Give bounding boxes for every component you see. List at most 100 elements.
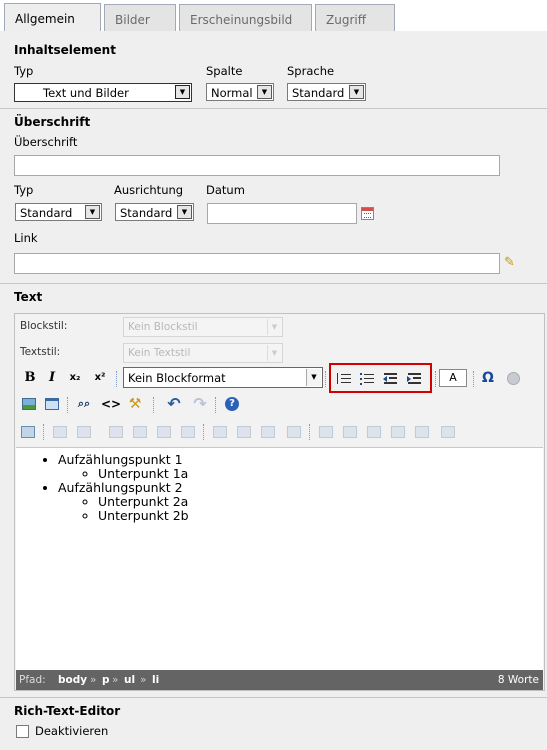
header-typ-label: Typ [14, 183, 34, 197]
list-item: Aufzählungspunkt 1 Unterpunkt 1a [58, 453, 543, 481]
ausrichtung-select[interactable]: Standard ▼ [115, 203, 194, 221]
ueberschrift-input[interactable] [14, 155, 500, 176]
blockstil-select[interactable]: Kein Blockstil ▼ [123, 317, 283, 337]
cell-properties-icon[interactable] [181, 426, 195, 438]
italic-button[interactable]: I [43, 369, 61, 387]
outdent-icon[interactable] [382, 370, 400, 388]
word-count: 8 Worte [497, 674, 539, 686]
list-item: Unterpunkt 2b [98, 509, 543, 523]
cell-insert-before-icon[interactable] [319, 426, 333, 438]
path-separator: » [112, 674, 119, 686]
section-heading-ueberschrift: Überschrift [14, 115, 91, 129]
ordered-list-icon[interactable] [335, 370, 353, 388]
ausrichtung-label: Ausrichtung [114, 183, 184, 197]
chevron-down-icon: ▼ [85, 205, 100, 219]
chevron-down-icon: ▼ [349, 85, 364, 99]
column-insert-after-icon[interactable] [237, 426, 251, 438]
help-glyph: ? [225, 397, 239, 411]
cell-split-icon[interactable] [391, 426, 405, 438]
rich-text-editor: Blockstil: Kein Blockstil ▼ Textstil: Ke… [14, 313, 545, 691]
row-split-icon[interactable] [157, 426, 171, 438]
spalte-select-value: Normal [211, 86, 253, 100]
undo-icon[interactable]: ↶ [165, 395, 183, 413]
bold-button[interactable]: B [21, 369, 39, 387]
toolbar-separator [67, 397, 68, 413]
superscript-button[interactable]: x² [91, 369, 109, 387]
header-typ-select[interactable]: Standard ▼ [15, 203, 102, 221]
textstil-select[interactable]: Kein Textstil ▼ [123, 343, 283, 363]
editor-content-area[interactable]: Aufzählungspunkt 1 Unterpunkt 1a Aufzähl… [16, 447, 543, 670]
toolbar-separator [43, 424, 44, 440]
link-wizard-icon[interactable]: ✎ [504, 255, 520, 271]
spalte-label: Spalte [206, 64, 243, 78]
spalte-select[interactable]: Normal ▼ [206, 83, 274, 101]
path-item-p[interactable]: p [102, 674, 110, 686]
divider [0, 697, 547, 698]
path-separator: » [140, 674, 147, 686]
subscript-button[interactable]: x₂ [66, 369, 84, 387]
column-delete-icon[interactable] [261, 426, 275, 438]
help-icon[interactable]: ? [223, 395, 241, 413]
find-icon[interactable]: ⌕⌕ [75, 395, 93, 413]
calendar-icon[interactable] [361, 207, 374, 220]
header-typ-value: Standard [20, 206, 73, 220]
sub-list: Unterpunkt 1a [98, 467, 543, 481]
list-item-text: Aufzählungspunkt 2 [58, 480, 183, 495]
list-item: Aufzählungspunkt 2 Unterpunkt 2a Unterpu… [58, 481, 543, 523]
ausrichtung-value: Standard [120, 206, 173, 220]
row-delete-icon[interactable] [133, 426, 147, 438]
source-code-icon[interactable]: <> [101, 395, 121, 413]
table-borders-icon[interactable] [441, 426, 455, 438]
sub-list: Unterpunkt 2a Unterpunkt 2b [98, 495, 543, 523]
image-icon[interactable] [20, 395, 38, 413]
path-item-body[interactable]: body [58, 674, 87, 686]
chevron-down-icon: ▼ [177, 205, 192, 219]
link-label: Link [14, 231, 38, 245]
path-item-li[interactable]: li [152, 674, 159, 686]
path-item-ul[interactable]: ul [124, 674, 135, 686]
ueberschrift-label: Überschrift [14, 135, 78, 149]
sprache-label: Sprache [287, 64, 335, 78]
table-icon[interactable] [43, 395, 61, 413]
tab-bilder[interactable]: Bilder [104, 4, 176, 32]
unordered-list-icon[interactable] [358, 370, 376, 388]
font-color-button[interactable]: A [439, 369, 467, 387]
row-properties-icon[interactable] [53, 426, 67, 438]
indent-icon[interactable] [406, 370, 424, 388]
row-insert-after-icon[interactable] [109, 426, 123, 438]
blockformat-select[interactable]: Kein Blockformat ▼ [123, 367, 323, 388]
table-properties-icon[interactable] [21, 426, 35, 438]
deaktivieren-label: Deaktivieren [35, 724, 109, 738]
toolbar-separator [435, 371, 436, 387]
toolbar-separator [309, 424, 310, 440]
column-insert-before-icon[interactable] [213, 426, 227, 438]
divider [0, 108, 547, 109]
section-heading-inhaltselement: Inhaltselement [14, 43, 116, 57]
list-item: Unterpunkt 2a [98, 495, 543, 509]
cell-delete-icon[interactable] [367, 426, 381, 438]
path-label: Pfad: [19, 674, 46, 686]
path-separator: » [90, 674, 97, 686]
deaktivieren-checkbox[interactable] [16, 725, 29, 738]
toolbar-separator [203, 424, 204, 440]
tab-allgemein[interactable]: Allgemein [4, 3, 101, 32]
globe-icon[interactable] [504, 369, 522, 387]
column-split-icon[interactable] [287, 426, 301, 438]
datum-input[interactable] [207, 203, 357, 224]
chevron-down-icon: ▼ [267, 319, 281, 335]
tab-bar: Allgemein Bilder Erscheinungsbild Zugrif… [0, 0, 547, 32]
cell-insert-after-icon[interactable] [343, 426, 357, 438]
row-insert-before-icon[interactable] [77, 426, 91, 438]
link-input[interactable] [14, 253, 500, 274]
omega-icon[interactable]: Ω [479, 369, 497, 387]
section-heading-rte: Rich-Text-Editor [14, 704, 121, 718]
cell-merge-icon[interactable] [415, 426, 429, 438]
tab-zugriff[interactable]: Zugriff [315, 4, 395, 32]
typ-select[interactable]: Text und Bilder ▼ [14, 83, 192, 102]
sprache-select[interactable]: Standard ▼ [287, 83, 366, 101]
typ-select-value: Text und Bilder [43, 86, 129, 100]
cleanup-broom-icon[interactable]: ⚒ [126, 395, 144, 413]
tab-erscheinungsbild[interactable]: Erscheinungsbild [179, 4, 312, 32]
redo-icon[interactable]: ↷ [191, 395, 209, 413]
list-item: Unterpunkt 1a [98, 467, 543, 481]
